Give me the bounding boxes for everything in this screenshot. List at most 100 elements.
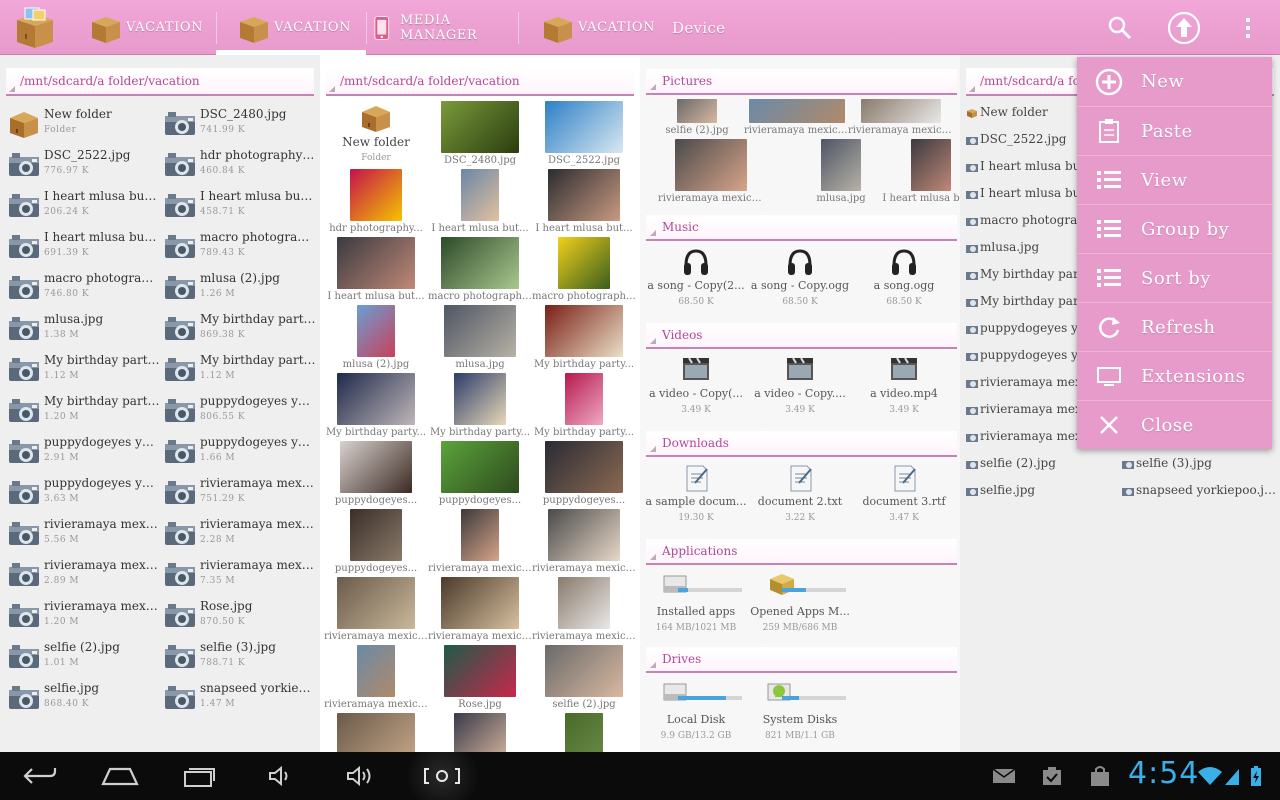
volume-up-button[interactable] bbox=[330, 752, 390, 800]
thumbnail-item[interactable]: macro photography... bbox=[532, 237, 636, 305]
list-item[interactable]: snapseed yorkiepo... 1.47 M bbox=[162, 677, 316, 715]
section-header-drives[interactable]: Drives bbox=[646, 647, 957, 673]
list-item[interactable]: rivieramaya mexic... 2.89 M bbox=[6, 554, 160, 592]
list-item[interactable]: puppydogeyes yor... 806.55 K bbox=[162, 390, 316, 428]
list-item[interactable]: selfie (2).jpg 1.01 M bbox=[6, 636, 158, 674]
thumbnail-item[interactable] bbox=[428, 713, 532, 752]
thumbnail-item[interactable]: My birthday party... bbox=[532, 373, 636, 441]
thumbnail-item[interactable]: macro photography... bbox=[428, 237, 532, 305]
list-item[interactable]: rivieramaya mexic... 5.56 M bbox=[6, 513, 160, 551]
list-item[interactable]: macro photograph... 746.80 K bbox=[6, 267, 160, 305]
volume-down-button[interactable] bbox=[250, 752, 310, 800]
list-item[interactable]: selfie (3).jpg 788.71 K bbox=[162, 636, 314, 674]
downloads-item[interactable]: document 3.rtf 3.47 K bbox=[852, 463, 956, 543]
thumbnail-item[interactable]: hdr photography... bbox=[324, 169, 428, 237]
menu-item-sort-by[interactable]: Sort by bbox=[1077, 253, 1272, 302]
list-item[interactable]: New folder Folder bbox=[6, 103, 158, 141]
thumbnail-item[interactable]: rivieramaya mexico... bbox=[324, 577, 428, 645]
screenshot-button[interactable] bbox=[396, 752, 488, 800]
list-item[interactable]: puppydogeyes yor... 1.66 M bbox=[162, 431, 316, 469]
thumbnail-item[interactable]: rivieramaya mexico... bbox=[428, 577, 532, 645]
list-item[interactable]: My birthday party... 869.38 K bbox=[162, 308, 316, 346]
list-item[interactable]: mlusa.jpg 1.38 M bbox=[6, 308, 158, 346]
list-item[interactable]: selfie.jpg 868.40 K bbox=[6, 677, 158, 715]
music-item[interactable]: a song - Copy.ogg 68.50 K bbox=[748, 247, 852, 327]
app-logo-icon[interactable] bbox=[14, 6, 56, 50]
videos-item[interactable]: a video - Copy(... 3.49 K bbox=[644, 355, 748, 435]
thumbnail-item[interactable]: rivieramaya mexico... bbox=[532, 577, 636, 645]
thumbnail-item[interactable]: puppydogeyes... bbox=[532, 441, 636, 509]
thumbnail-item[interactable]: mlusa.jpg bbox=[428, 305, 532, 373]
thumbnail-item[interactable]: rivieramaya mexico... bbox=[428, 509, 532, 577]
music-item[interactable]: a song - Copy(2... 68.50 K bbox=[644, 247, 748, 327]
back-button[interactable] bbox=[10, 752, 70, 800]
home-button[interactable] bbox=[90, 752, 150, 800]
section-header-pictures[interactable]: Pictures bbox=[646, 69, 957, 95]
menu-item-refresh[interactable]: Refresh bbox=[1077, 302, 1272, 351]
section-header-videos[interactable]: Videos bbox=[646, 323, 957, 349]
store-notification[interactable] bbox=[1086, 764, 1114, 788]
list-item[interactable]: My birthday party... 1.12 M bbox=[162, 349, 316, 387]
videos-item[interactable]: a video - Copy.... 3.49 K bbox=[748, 355, 852, 435]
downloads-item[interactable]: a sample docum... 19.30 K bbox=[644, 463, 748, 543]
thumbnail-item[interactable]: I heart mlusa but... bbox=[428, 169, 532, 237]
thumbnail-item[interactable] bbox=[532, 713, 636, 752]
menu-item-view[interactable]: View bbox=[1077, 155, 1272, 204]
menu-item-extensions[interactable]: Extensions bbox=[1077, 351, 1272, 400]
thumbnail-item[interactable]: DSC_2480.jpg bbox=[428, 101, 532, 169]
list-item[interactable]: snapseed yorkiepoo.jpg bbox=[1120, 479, 1276, 506]
menu-item-close[interactable]: Close bbox=[1077, 400, 1272, 449]
list-item[interactable]: selfie (3).jpg bbox=[1120, 452, 1270, 479]
picture-item[interactable]: I heart mlusa but... bbox=[878, 139, 960, 207]
tab-vacation-3[interactable]: VACATION bbox=[538, 0, 664, 55]
downloads-item[interactable]: document 2.txt 3.22 K bbox=[748, 463, 852, 543]
list-item[interactable]: I heart mlusa but fi... 458.71 K bbox=[162, 185, 316, 223]
thumbnail-item[interactable] bbox=[324, 713, 428, 752]
email-notification[interactable] bbox=[990, 764, 1018, 788]
section-header-music[interactable]: Music bbox=[646, 215, 957, 241]
music-item[interactable]: a song.ogg 68.50 K bbox=[852, 247, 956, 327]
list-item[interactable]: rivieramaya mexic... 1.20 M bbox=[6, 595, 160, 633]
thumbnail-item[interactable]: Rose.jpg bbox=[428, 645, 532, 713]
thumbnail-item[interactable]: New folder Folder bbox=[324, 101, 428, 169]
list-item[interactable]: rivieramaya mexic... 751.29 K bbox=[162, 472, 316, 510]
list-item[interactable]: DSC_2522.jpg 776.97 K bbox=[6, 144, 158, 182]
search-button[interactable] bbox=[1100, 8, 1140, 48]
menu-item-group-by[interactable]: Group by bbox=[1077, 204, 1272, 253]
recent-apps-button[interactable] bbox=[170, 752, 230, 800]
applications-item[interactable]: Opened Apps M... 259 MB/686 MB bbox=[748, 571, 852, 651]
section-header-applications[interactable]: Applications bbox=[646, 539, 957, 565]
thumbnail-item[interactable]: mlusa (2).jpg bbox=[324, 305, 428, 373]
list-item[interactable]: macro photograph... 789.43 K bbox=[162, 226, 316, 264]
drives-item[interactable]: Local Disk 9.9 GB/13.2 GB bbox=[644, 679, 748, 752]
overflow-menu-button[interactable] bbox=[1228, 8, 1268, 48]
clock[interactable]: 4:54 bbox=[1128, 756, 1199, 791]
menu-item-new[interactable]: New bbox=[1077, 57, 1272, 106]
thumbnail-item[interactable]: puppydogeyes... bbox=[324, 509, 428, 577]
list-item[interactable]: selfie.jpg bbox=[964, 479, 1114, 506]
thumbnail-item[interactable]: I heart mlusa but... bbox=[324, 237, 428, 305]
thumbnail-item[interactable]: I heart mlusa but... bbox=[532, 169, 636, 237]
applications-item[interactable]: Installed apps 164 MB/1021 MB bbox=[644, 571, 748, 651]
list-item[interactable]: I heart mlusa but fi... 206.24 K bbox=[6, 185, 160, 223]
thumbnail-item[interactable]: puppydogeyes... bbox=[324, 441, 428, 509]
list-item[interactable]: rivieramaya mexic... 2.28 M bbox=[162, 513, 316, 551]
tab-device[interactable]: Device bbox=[672, 0, 752, 55]
videos-item[interactable]: a video.mp4 3.49 K bbox=[852, 355, 956, 435]
list-item[interactable]: rivieramaya mexic... 7.35 M bbox=[162, 554, 316, 592]
thumbnail-item[interactable]: puppydogeyes... bbox=[428, 441, 532, 509]
menu-item-paste[interactable]: Paste bbox=[1077, 106, 1272, 155]
list-item[interactable]: puppydogeyes yor... 2.91 M bbox=[6, 431, 160, 469]
list-item[interactable]: puppydogeyes yor... 3.63 M bbox=[6, 472, 160, 510]
list-item[interactable]: My birthday party... 1.20 M bbox=[6, 390, 160, 428]
list-item[interactable]: mlusa (2).jpg 1.26 M bbox=[162, 267, 314, 305]
thumbnail-item[interactable]: rivieramaya mexico... bbox=[532, 509, 636, 577]
list-item[interactable]: I heart mlusa but fi... 691.39 K bbox=[6, 226, 160, 264]
drives-item[interactable]: System Disks 821 MB/1.1 GB bbox=[748, 679, 852, 752]
tab-vacation-1[interactable]: VACATION bbox=[86, 0, 216, 55]
thumbnail-item[interactable]: My birthday party... bbox=[428, 373, 532, 441]
thumbnail-item[interactable]: DSC_2522.jpg bbox=[532, 101, 636, 169]
list-item[interactable]: hdr photography p... 460.84 K bbox=[162, 144, 316, 182]
go-up-button[interactable] bbox=[1164, 8, 1204, 48]
picture-item[interactable]: rivieramaya mexico... bbox=[658, 139, 764, 207]
